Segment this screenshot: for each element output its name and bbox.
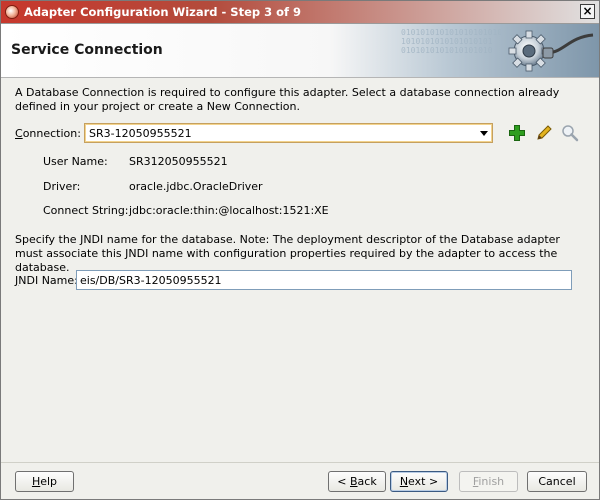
add-connection-icon[interactable] [508, 124, 526, 142]
help-button-label: elp [40, 475, 58, 488]
jndi-label-text: NDI Name: [18, 274, 78, 287]
connect-string-value: jdbc:oracle:thin:@localhost:1521:XE [129, 204, 329, 217]
connection-description: A Database Connection is required to con… [15, 86, 560, 113]
help-button[interactable]: Help [15, 471, 74, 492]
wizard-window: Adapter Configuration Wizard - Step 3 of… [0, 0, 600, 500]
app-icon [5, 5, 19, 19]
header-decoration-text: 010101010101010101010 101010101010101010… [401, 28, 501, 55]
chevron-down-icon[interactable] [480, 131, 488, 136]
page-title: Service Connection [11, 42, 163, 58]
back-button-prefix: < [337, 475, 350, 488]
connect-string-label: Connect String: [43, 204, 129, 217]
finish-button-label: inish [478, 475, 505, 488]
cancel-button[interactable]: Cancel [527, 471, 587, 492]
user-name-label: User Name: [43, 155, 108, 168]
window-title: Adapter Configuration Wizard - Step 3 of… [24, 5, 302, 19]
driver-label: Driver: [43, 180, 81, 193]
user-name-value: SR312050955521 [129, 155, 228, 168]
connection-select-value: SR3-12050955521 [89, 127, 192, 140]
back-button[interactable]: < Back [328, 471, 386, 492]
search-icon[interactable] [561, 124, 579, 142]
jndi-description: Specify the JNDI name for the database. … [15, 233, 560, 274]
title-bar: Adapter Configuration Wizard - Step 3 of… [1, 1, 599, 24]
close-icon[interactable]: × [580, 4, 595, 19]
finish-button[interactable]: Finish [459, 471, 518, 492]
connection-label: Connection: [15, 127, 81, 140]
next-button-label: ext > [408, 475, 439, 488]
gear-plug-icon [508, 30, 594, 72]
jndi-name-label: JNDI Name: [15, 274, 78, 287]
jndi-name-input[interactable]: eis/DB/SR3-12050955521 [76, 270, 572, 290]
connection-select[interactable]: SR3-12050955521 [84, 123, 493, 143]
back-button-label: ack [357, 475, 377, 488]
wizard-header: Service Connection 010101010101010101010… [1, 24, 599, 78]
driver-value: oracle.jdbc.OracleDriver [129, 180, 263, 193]
button-divider [1, 462, 599, 463]
connection-label-text: onnection: [22, 127, 81, 140]
edit-connection-icon[interactable] [535, 124, 553, 142]
jndi-name-value: eis/DB/SR3-12050955521 [80, 274, 222, 287]
next-button[interactable]: Next > [390, 471, 448, 492]
